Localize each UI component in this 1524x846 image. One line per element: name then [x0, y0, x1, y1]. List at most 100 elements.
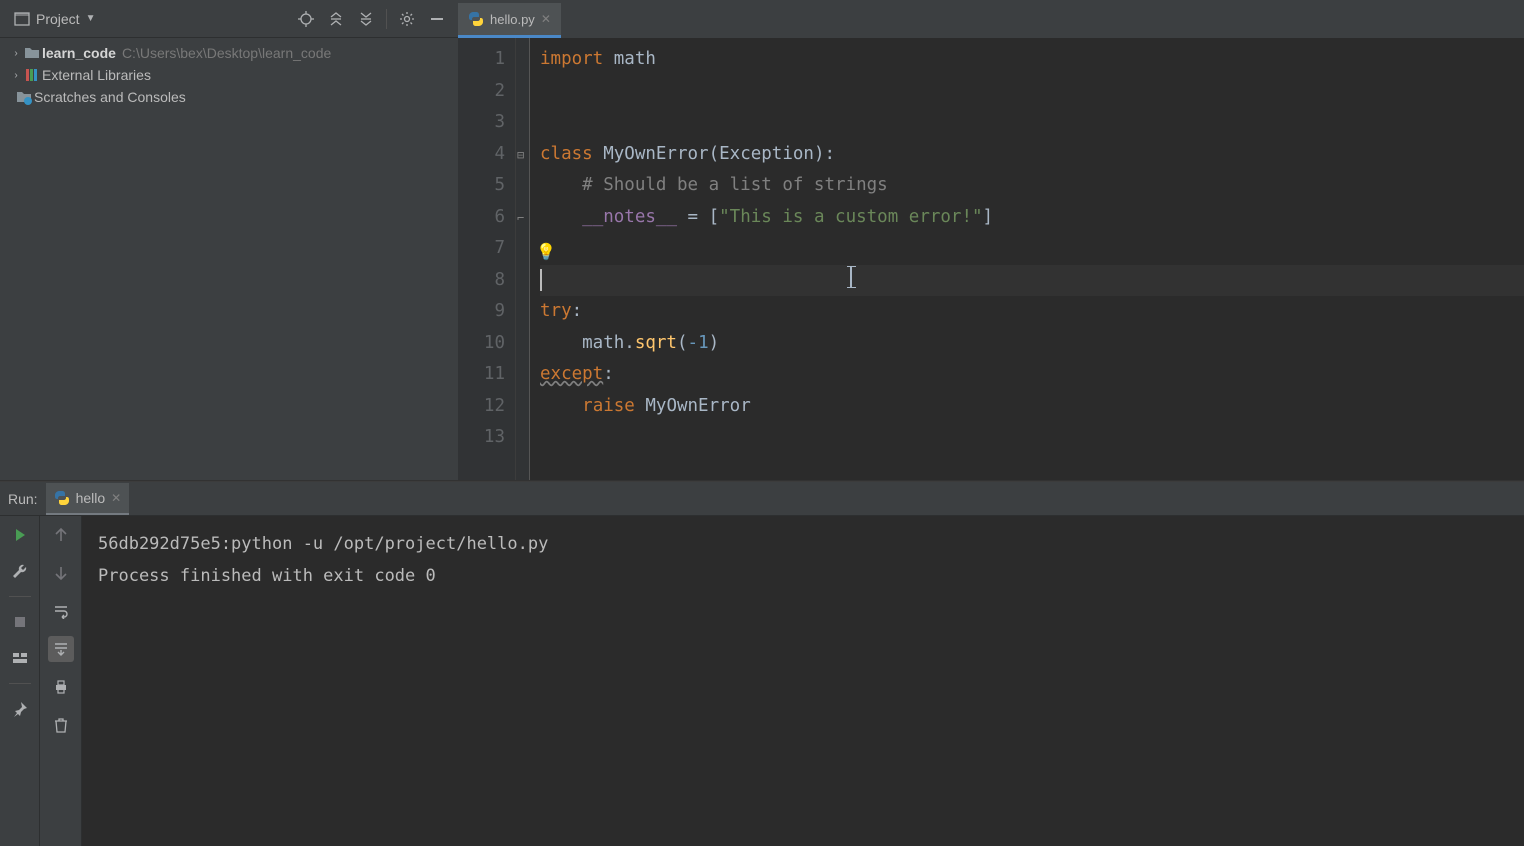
- wrench-icon[interactable]: [7, 558, 33, 584]
- indent: [540, 396, 582, 416]
- tree-node-project[interactable]: › learn_code C:\Users\bex\Desktop\learn_…: [2, 42, 456, 64]
- up-icon[interactable]: [48, 522, 74, 548]
- separator: [9, 596, 31, 597]
- line-number: 3: [464, 107, 505, 139]
- run-tab[interactable]: hello ✕: [46, 483, 130, 515]
- code-area[interactable]: import math class MyOwnError(Exception):…: [530, 38, 1524, 480]
- run-toolbar-right: [40, 516, 82, 846]
- id-class: MyOwnError: [603, 144, 708, 164]
- trash-icon[interactable]: [48, 712, 74, 738]
- run-panel: Run: hello ✕: [0, 481, 1524, 846]
- collapse-all-icon[interactable]: [353, 6, 379, 32]
- project-title-text: Project: [36, 11, 80, 27]
- tree-label: learn_code: [42, 45, 116, 61]
- expand-all-icon[interactable]: [323, 6, 349, 32]
- text-caret: [540, 269, 542, 291]
- code-line[interactable]: [540, 107, 1524, 139]
- close-tab-icon[interactable]: ✕: [111, 491, 121, 505]
- project-tool-title[interactable]: Project ▼: [8, 9, 101, 29]
- line-number: 4: [464, 139, 505, 171]
- mouse-text-cursor-icon: [850, 266, 852, 288]
- call-sqrt: sqrt: [635, 333, 677, 353]
- python-file-icon: [468, 11, 484, 27]
- project-sidebar: Project ▼ ›: [0, 0, 458, 480]
- code-line[interactable]: raise MyOwnError: [540, 391, 1524, 423]
- identifier: math.: [540, 333, 635, 353]
- code-line[interactable]: # Should be a list of strings: [540, 170, 1524, 202]
- kw-except: except: [540, 364, 603, 384]
- line-number: 13: [464, 422, 505, 454]
- punct: ):: [814, 144, 835, 164]
- divider: [386, 9, 387, 29]
- num: -1: [688, 333, 709, 353]
- code-line[interactable]: __notes__ = ["This is a custom error!"]: [540, 202, 1524, 234]
- hide-icon[interactable]: [424, 6, 450, 32]
- line-number: 10: [464, 328, 505, 360]
- editor-tab[interactable]: hello.py ✕: [458, 3, 561, 38]
- libraries-icon: [24, 67, 40, 83]
- id-error: MyOwnError: [645, 396, 750, 416]
- line-number: 2: [464, 76, 505, 108]
- tree-label: Scratches and Consoles: [34, 89, 186, 105]
- fold-end-icon[interactable]: ⌐: [517, 203, 524, 235]
- code-line[interactable]: [540, 422, 1524, 454]
- punct: (: [677, 333, 688, 353]
- soft-wrap-icon[interactable]: [48, 598, 74, 624]
- scroll-to-end-icon[interactable]: [48, 636, 74, 662]
- project-icon: [14, 11, 30, 27]
- console-output[interactable]: 56db292d75e5:python -u /opt/project/hell…: [82, 516, 1524, 846]
- fold-handle-icon[interactable]: ⊟: [517, 140, 524, 172]
- gear-icon[interactable]: [394, 6, 420, 32]
- line-number: 6: [464, 202, 505, 234]
- chevron-down-icon: ▼: [86, 13, 96, 24]
- tree-label: External Libraries: [42, 67, 151, 83]
- separator: [9, 683, 31, 684]
- string: "This is a custom error!": [719, 207, 982, 227]
- console-line: Process finished with exit code 0: [98, 560, 1508, 592]
- punct: ]: [983, 207, 994, 227]
- kw-class: class: [540, 144, 603, 164]
- close-tab-icon[interactable]: ✕: [541, 12, 551, 26]
- line-number: 8: [464, 265, 505, 297]
- editor-area: hello.py ✕ 1 2 3 4 5 6 7 8 9 10 11 12 13…: [458, 0, 1524, 480]
- line-number: 9: [464, 296, 505, 328]
- id-math: math: [603, 49, 656, 69]
- print-icon[interactable]: [48, 674, 74, 700]
- stop-icon[interactable]: [7, 609, 33, 635]
- tree-node-libraries[interactable]: › External Libraries: [2, 64, 456, 86]
- expand-arrow-icon[interactable]: ›: [10, 47, 22, 59]
- folder-icon: [24, 45, 40, 61]
- line-number-gutter[interactable]: 1 2 3 4 5 6 7 8 9 10 11 12 13: [458, 38, 516, 480]
- kw-try: try: [540, 301, 572, 321]
- code-line[interactable]: except:: [540, 359, 1524, 391]
- code-line-active[interactable]: [540, 265, 1524, 297]
- punct: ): [709, 333, 720, 353]
- line-number: 11: [464, 359, 505, 391]
- code-line[interactable]: [540, 233, 1524, 265]
- code-line[interactable]: try:: [540, 296, 1524, 328]
- rerun-icon[interactable]: [7, 522, 33, 548]
- python-file-icon: [54, 490, 70, 506]
- main-split: Project ▼ ›: [0, 0, 1524, 481]
- punct: :: [603, 364, 614, 384]
- punct: (: [709, 144, 720, 164]
- run-tool-label: Run:: [8, 491, 38, 515]
- pin-icon[interactable]: [7, 696, 33, 722]
- tree-node-scratches[interactable]: Scratches and Consoles: [2, 86, 456, 108]
- id-base: Exception: [719, 144, 814, 164]
- run-body: 56db292d75e5:python -u /opt/project/hell…: [0, 516, 1524, 846]
- locate-icon[interactable]: [293, 6, 319, 32]
- tree-path: C:\Users\bex\Desktop\learn_code: [122, 45, 331, 61]
- code-line[interactable]: import math: [540, 44, 1524, 76]
- expand-arrow-icon[interactable]: ›: [10, 69, 22, 81]
- code-line[interactable]: math.sqrt(-1): [540, 328, 1524, 360]
- code-line[interactable]: [540, 76, 1524, 108]
- console-line: 56db292d75e5:python -u /opt/project/hell…: [98, 528, 1508, 560]
- intention-bulb-icon[interactable]: 💡: [536, 236, 556, 268]
- layout-icon[interactable]: [7, 645, 33, 671]
- line-number: 12: [464, 391, 505, 423]
- code-line[interactable]: class MyOwnError(Exception):: [540, 139, 1524, 171]
- down-icon[interactable]: [48, 560, 74, 586]
- fold-gutter[interactable]: ⊟ ⌐: [516, 38, 530, 480]
- punct: = [: [677, 207, 719, 227]
